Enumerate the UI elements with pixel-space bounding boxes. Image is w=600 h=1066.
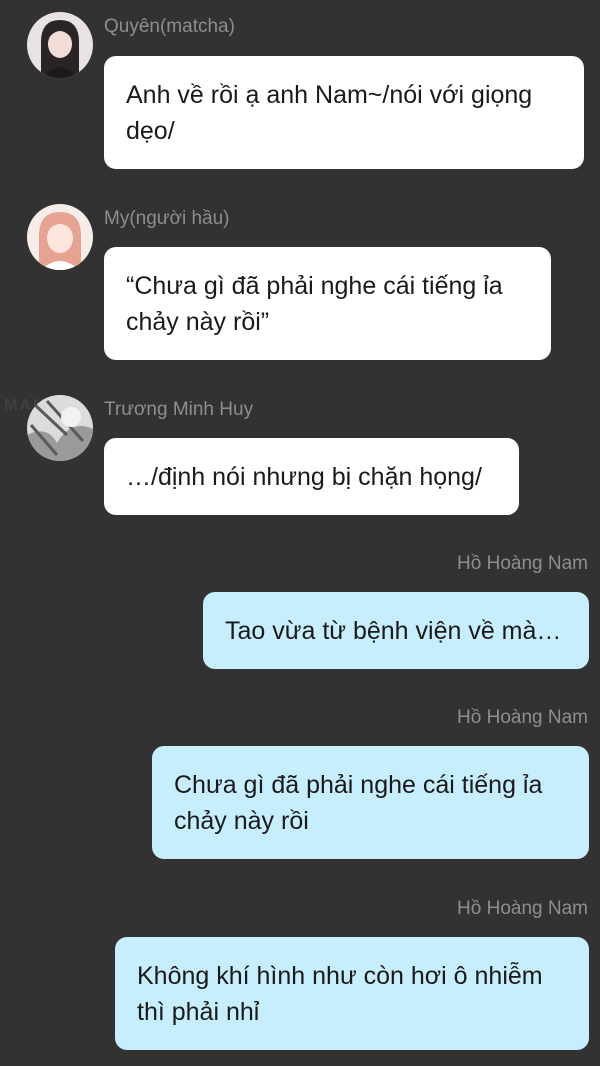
message-text: Tao vừa từ bệnh viện về mà… [225, 616, 562, 645]
message-text: “Chưa gì đã phải nghe cái tiếng ỉa chảy … [126, 271, 503, 336]
sender-name: Hồ Hoàng Nam [457, 553, 588, 574]
message-bubble[interactable]: …/định nói nhưng bị chặn họng/ [104, 438, 519, 515]
sender-name: Hồ Hoàng Nam [457, 707, 588, 728]
message-text: Chưa gì đã phải nghe cái tiếng ỉa chảy n… [174, 770, 543, 835]
message-text: Không khí hình như còn hơi ô nhiễm thì p… [137, 961, 543, 1026]
message-bubble[interactable]: Anh về rồi ạ anh Nam~/nói với giọng dẹo/ [104, 56, 584, 169]
message-bubble[interactable]: Chưa gì đã phải nghe cái tiếng ỉa chảy n… [152, 746, 589, 859]
sender-name: My(người hầu) [104, 208, 230, 229]
message-bubble[interactable]: “Chưa gì đã phải nghe cái tiếng ỉa chảy … [104, 247, 551, 360]
message-bubble[interactable]: Không khí hình như còn hơi ô nhiễm thì p… [115, 937, 589, 1050]
message-text: Anh về rồi ạ anh Nam~/nói với giọng dẹo/ [126, 80, 533, 145]
avatar-huy-icon[interactable] [27, 395, 93, 461]
avatar-quyen-icon[interactable] [27, 12, 93, 78]
message-text: …/định nói nhưng bị chặn họng/ [126, 462, 482, 491]
sender-name: Trương Minh Huy [104, 399, 254, 420]
avatar-my-icon[interactable] [27, 204, 93, 270]
message-bubble[interactable]: Tao vừa từ bệnh viện về mà… [203, 592, 589, 669]
sender-name: Hồ Hoàng Nam [457, 898, 588, 919]
sender-name: Quyên(matcha) [104, 16, 235, 37]
